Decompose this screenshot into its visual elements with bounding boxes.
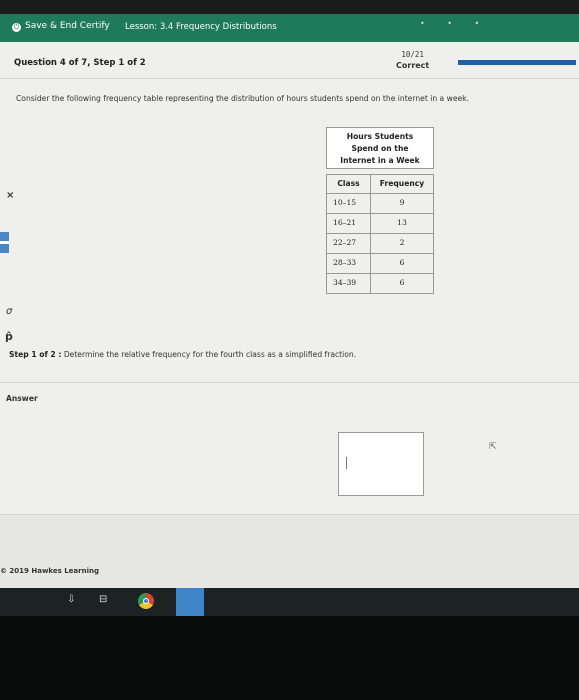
- progress-bar-fill: [458, 60, 576, 65]
- class-cell: 10–15: [326, 194, 370, 214]
- step-label: Step 1 of 2 :: [9, 350, 62, 359]
- table-header-row: Class Frequency: [326, 174, 434, 194]
- fraction-tool-button[interactable]: [0, 232, 9, 254]
- score-display: 10/21 Correct: [396, 49, 429, 71]
- fraction-icon-top: [0, 232, 9, 241]
- table-caption: Hours Students Spend on the Internet in …: [326, 127, 434, 169]
- answer-label: Answer: [6, 394, 38, 403]
- progress-bar: [458, 60, 576, 65]
- save-end-certify-label: Save & End Certify: [25, 21, 110, 31]
- task-view-icon[interactable]: ⊟: [99, 594, 107, 605]
- frequency-cell: 2: [370, 234, 434, 254]
- copyright-text: © 2019 Hawkes Learning: [0, 567, 99, 575]
- top-dark-edge: [0, 0, 579, 14]
- taskbar: ⇩ ⊟: [0, 588, 579, 616]
- frequency-cell: 13: [370, 214, 434, 234]
- header-frequency: Frequency: [370, 174, 434, 194]
- caption-line-3: Internet in a Week: [340, 156, 420, 165]
- question-intro: Consider the following frequency table r…: [16, 94, 469, 103]
- header-class: Class: [326, 174, 370, 194]
- score-count: 10/21: [401, 50, 424, 59]
- app-screen: ⏻ Save & End Certify Lesson: 3.4 Frequenc…: [0, 14, 579, 588]
- text-caret: [346, 457, 347, 469]
- download-icon[interactable]: ⇩: [67, 594, 75, 605]
- class-cell: 34–39: [326, 274, 370, 294]
- caption-line-1: Hours Students: [346, 132, 414, 141]
- table-row: 10–15 9: [326, 194, 434, 214]
- class-cell: 28–33: [326, 254, 370, 274]
- class-cell: 22–27: [326, 234, 370, 254]
- table-row: 28–33 6: [326, 254, 434, 274]
- table-row: 22–27 2: [326, 234, 434, 254]
- save-end-certify-button[interactable]: ⏻ Save & End Certify: [12, 21, 110, 32]
- footer-area: [0, 515, 579, 588]
- header-status-icons: • • •: [420, 19, 490, 28]
- answer-input[interactable]: [338, 432, 424, 496]
- multiply-tool-button[interactable]: ×: [6, 190, 14, 201]
- divider: [0, 78, 579, 79]
- lesson-title: Lesson: 3.4 Frequency Distributions: [125, 22, 277, 32]
- table-row: 34–39 6: [326, 274, 434, 294]
- question-info: Question 4 of 7, Step 1 of 2: [14, 58, 146, 68]
- power-icon: ⏻: [12, 23, 21, 32]
- p-hat-tool-button[interactable]: p̂: [5, 330, 13, 343]
- frequency-cell: 6: [370, 254, 434, 274]
- mouse-pointer-icon: ⇱: [489, 442, 497, 452]
- frequency-cell: 9: [370, 194, 434, 214]
- step-instruction: Step 1 of 2 : Determine the relative fre…: [9, 350, 356, 359]
- sigma-tool-button[interactable]: σ: [6, 306, 12, 317]
- chrome-icon[interactable]: [138, 593, 154, 609]
- divider: [0, 382, 579, 383]
- fraction-icon-bottom: [0, 244, 9, 253]
- step-text: Determine the relative frequency for the…: [63, 350, 357, 359]
- table-row: 16–21 13: [326, 214, 434, 234]
- active-app-tile[interactable]: [176, 588, 204, 616]
- frequency-cell: 6: [370, 274, 434, 294]
- header-bar: ⏻ Save & End Certify Lesson: 3.4 Frequenc…: [0, 14, 579, 42]
- score-status: Correct: [396, 61, 430, 70]
- class-cell: 16–21: [326, 214, 370, 234]
- monitor-bezel: [0, 616, 579, 700]
- caption-line-2: Spend on the: [351, 144, 409, 153]
- frequency-table: Class Frequency 10–15 9 16–21 13 22–27 2…: [326, 174, 434, 294]
